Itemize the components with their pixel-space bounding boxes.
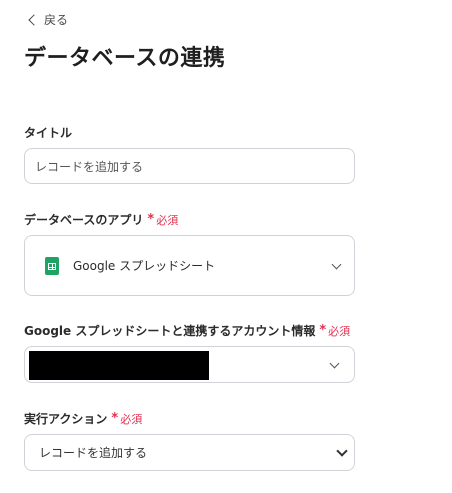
chevron-down-icon: [336, 445, 348, 457]
page-title: データベースの連携: [24, 46, 226, 71]
title-field-label: タイトル: [24, 126, 73, 140]
back-link[interactable]: 戻る: [28, 10, 69, 28]
account-field-label: Google スプレッドシートと連携するアカウント情報 * 必須: [24, 323, 351, 338]
action-select[interactable]: レコードを追加する: [24, 434, 355, 471]
app-select[interactable]: Google スプレッドシート: [24, 235, 355, 296]
action-field-label: 実行アクション * 必須: [24, 411, 143, 426]
chevron-down-icon: [331, 259, 342, 269]
title-input-value: レコードを追加する: [35, 159, 144, 174]
required-badge: * 必須: [319, 323, 351, 338]
chevron-left-icon: [28, 13, 40, 26]
required-badge: * 必須: [147, 212, 179, 227]
chevron-down-icon: [329, 358, 340, 368]
title-input[interactable]: レコードを追加する: [24, 148, 355, 184]
app-select-value: Google スプレッドシート: [73, 259, 216, 273]
action-select-value: レコードを追加する: [39, 446, 148, 460]
account-select[interactable]: [24, 346, 355, 383]
back-label: 戻る: [44, 12, 69, 27]
required-badge: * 必須: [111, 411, 143, 426]
google-sheets-icon: [45, 256, 59, 275]
redacted-account: [29, 351, 209, 380]
app-field-label: データベースのアプリ * 必須: [24, 212, 179, 227]
